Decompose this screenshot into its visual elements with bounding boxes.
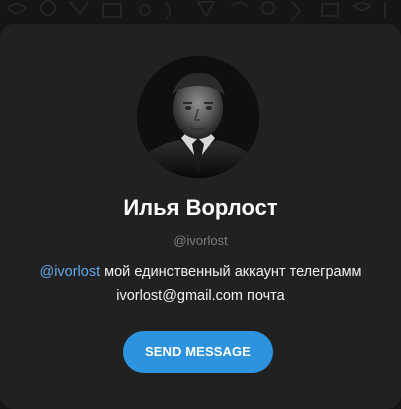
- profile-name: Илья Ворлост: [123, 195, 278, 220]
- profile-bio: @ivorlost мой единственный аккаунт телег…: [0, 260, 401, 308]
- profile-photo-icon: [137, 56, 259, 178]
- profile-username: @ivorlost: [173, 233, 228, 248]
- send-message-button[interactable]: SEND MESSAGE: [123, 331, 273, 373]
- bio-line-2: ivorlost@gmail.com почта: [116, 288, 285, 304]
- bio-line-1: @ivorlost мой единственный аккаунт телег…: [0, 260, 401, 284]
- bio-line-1-text: мой единственный аккаунт телеграмм: [100, 264, 362, 280]
- profile-avatar[interactable]: [137, 56, 259, 178]
- bio-username-link[interactable]: @ivorlost: [39, 264, 100, 280]
- telegram-preview-page: Илья Ворлост @ivorlost @ivorlost мой еди…: [0, 0, 401, 409]
- profile-card: Илья Ворлост @ivorlost @ivorlost мой еди…: [0, 24, 401, 409]
